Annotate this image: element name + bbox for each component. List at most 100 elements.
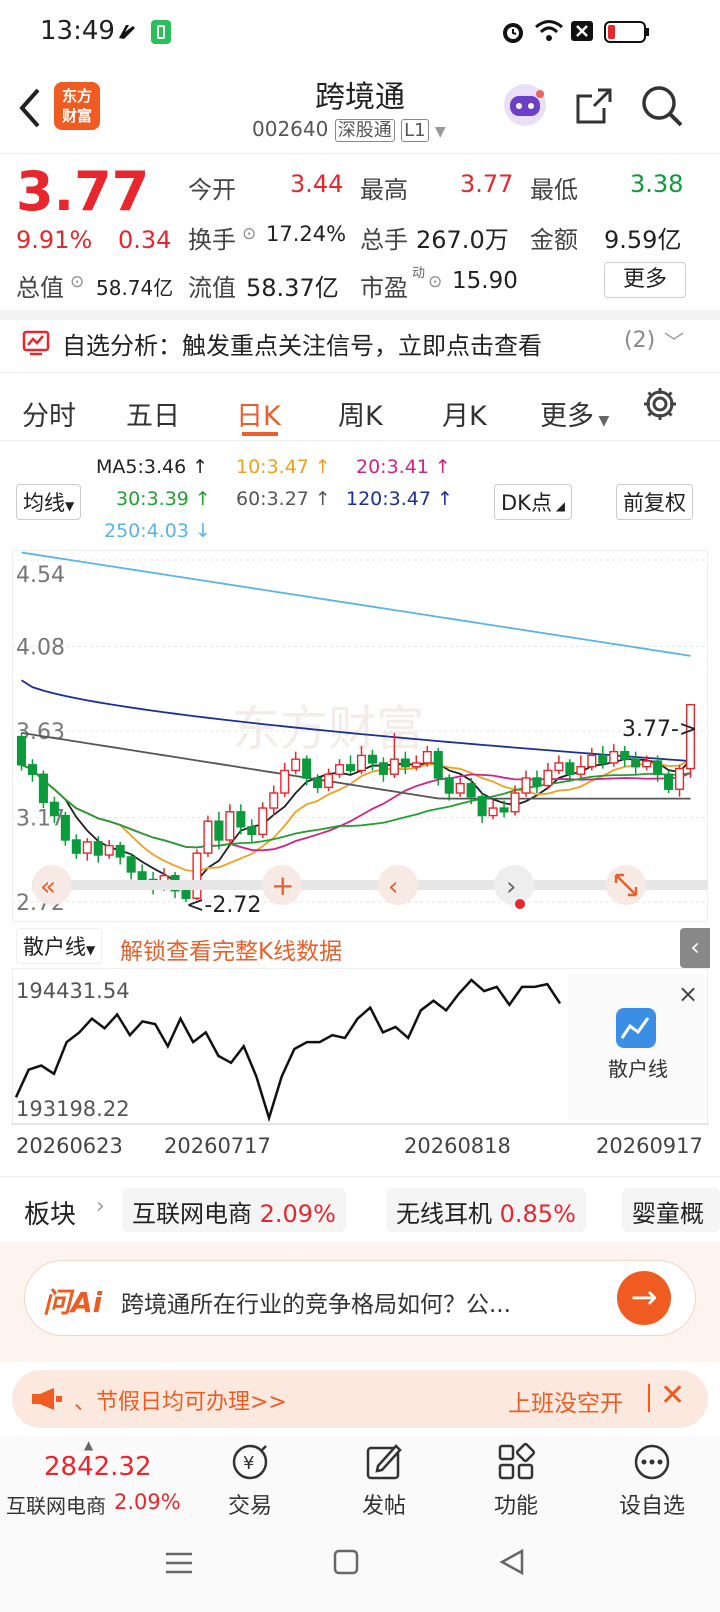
close-icon[interactable]: ✕ [660, 1378, 685, 1413]
rewind-glyph: « [40, 872, 56, 902]
sub-low-label: 193198.22 [16, 1097, 130, 1121]
nav-trade[interactable]: ¥ 交易 [190, 1442, 310, 1520]
next-glyph: › [506, 872, 516, 902]
open-label: 今开 [188, 176, 236, 204]
sub-indicator-selector[interactable]: 散户线▼ [16, 928, 103, 964]
candle-body [236, 811, 246, 828]
candle-body [302, 758, 312, 779]
ma10-value: 10:3.47 ↑ [236, 456, 331, 478]
tab-more[interactable]: 更多 ▼ [540, 394, 609, 433]
ma-selector[interactable]: 均线▼ [16, 484, 82, 520]
collapse-tab-icon[interactable]: ‹ [680, 928, 710, 968]
sector-chip[interactable]: 无线耳机 0.85% [386, 1188, 586, 1232]
ma10-text: 10:3.47 [236, 456, 309, 478]
candle-body [389, 758, 399, 775]
chevron-down-icon[interactable]: ▼ [435, 124, 446, 140]
ma120-text: 120:3.47 [346, 488, 431, 510]
candle-body [543, 769, 553, 787]
caret-up-icon[interactable]: ▲ [84, 1438, 93, 1452]
status-app-icon [119, 25, 135, 39]
sub-indicator-chart[interactable]: 194431.54 193198.22 × 散户线 [12, 968, 708, 1128]
alarm-icon [503, 23, 523, 43]
tab-intraday[interactable]: 分时 [22, 394, 76, 433]
candle-body [16, 735, 27, 766]
sector-chip[interactable]: 互联网电商 2.09% [122, 1188, 346, 1232]
adjust-button[interactable]: 前复权 [616, 484, 693, 520]
nav-add-watchlist[interactable]: 设自选 [592, 1442, 712, 1520]
candle-body [60, 814, 70, 841]
info-icon[interactable]: ⊙ [70, 272, 84, 292]
header: 东方 财富 跨境通 002640 深股通 L1 ▼ [0, 64, 720, 154]
dk-point-button[interactable]: DK点 ◢ [494, 484, 572, 520]
home-icon[interactable] [332, 1548, 360, 1576]
chevron-right-icon[interactable]: › [96, 1194, 105, 1219]
candle-body [653, 760, 663, 775]
close-icon[interactable]: × [678, 980, 698, 1008]
ma250-value: 250:4.03 ↓ [104, 520, 211, 542]
candle-body [609, 750, 619, 764]
back-nav-icon[interactable] [498, 1548, 526, 1576]
banner-text-left: 、节假日均可办理>> [74, 1390, 287, 1415]
float-label: 流值 [188, 274, 236, 302]
bottom-nav: ▲ 2842.32 互联网电商 2.09% ¥ 交易 发帖 功能 设自选 [0, 1436, 720, 1612]
search-icon[interactable] [640, 84, 684, 128]
amount-value: 9.59亿 [604, 226, 682, 254]
tab-daily-k[interactable]: 日K [236, 394, 281, 433]
low-label: 最低 [530, 176, 578, 204]
candle-body [93, 841, 103, 856]
unlock-link[interactable]: 解锁查看完整K线数据 [120, 932, 342, 966]
sector-label: 板块 [24, 1200, 77, 1230]
candle-body [126, 856, 136, 873]
nav-post[interactable]: 发帖 [324, 1442, 444, 1520]
caret-down-icon: ▼ [65, 499, 75, 513]
zoom-in-glyph: + [271, 869, 294, 902]
index-value[interactable]: 2842.32 [44, 1452, 152, 1482]
menu-icon[interactable] [164, 1550, 194, 1576]
turnover-value: 17.24% [266, 222, 347, 246]
candle-body [137, 871, 147, 881]
sector-chip[interactable]: 婴童概 [622, 1188, 720, 1232]
nav-functions[interactable]: 功能 [456, 1442, 576, 1520]
candle-body [258, 807, 268, 836]
ai-ask-bar[interactable]: 问Ai 跨境通所在行业的竞争格局如何？公... → [24, 1260, 696, 1336]
date-label-4: 20260917 [596, 1134, 703, 1158]
sub-line-badge-icon [616, 1008, 656, 1048]
ma120-value: 120:3.47 ↑ [346, 488, 453, 510]
ai-question: 跨境通所在行业的竞争格局如何？公... [121, 1292, 511, 1318]
analysis-text: 自选分析：触发重点关注信号，立即点击查看 [62, 332, 542, 360]
info-icon[interactable]: ⊙ [428, 272, 442, 292]
date-label-3: 20260818 [404, 1134, 511, 1158]
candle-body [324, 773, 334, 789]
candle-body [378, 762, 388, 775]
candle-body [532, 777, 542, 787]
tab-five-day[interactable]: 五日 [126, 394, 180, 433]
robot-assistant-icon[interactable] [502, 82, 548, 128]
analysis-row[interactable]: 自选分析：触发重点关注信号，立即点击查看 (2) ﹀ [0, 320, 720, 370]
info-icon[interactable]: ⊙ [242, 224, 256, 244]
candle-body [38, 773, 48, 804]
chevron-down-icon[interactable]: ﹀ [664, 326, 684, 355]
low-value: 3.38 [630, 170, 684, 198]
candle-body [82, 841, 92, 854]
more-button[interactable]: 更多 [604, 262, 686, 298]
candle-body [313, 777, 323, 789]
candlestick-chart[interactable]: 4.544.083.633.172.72 东方财富 3.77-> <-2.72 … [12, 550, 708, 922]
more-circle-icon [634, 1444, 670, 1480]
share-icon[interactable] [574, 86, 614, 126]
candle-body [510, 792, 520, 813]
sub-indicator-label: 散户线 [23, 935, 86, 959]
tab-monthly-k[interactable]: 月K [442, 394, 487, 433]
candle-body [367, 754, 377, 764]
prev-glyph: ‹ [388, 872, 398, 902]
promo-banner[interactable]: 、节假日均可办理>> 上班没空开 ✕ [12, 1370, 708, 1428]
trade-icon: ¥ [232, 1444, 268, 1480]
candle-body [247, 826, 257, 836]
candle-body [477, 796, 487, 817]
arrow-right-icon[interactable]: → [617, 1271, 671, 1325]
tab-weekly-k[interactable]: 周K [338, 394, 383, 433]
tab-more-label: 更多 [540, 401, 594, 432]
nav-trade-label: 交易 [227, 1494, 272, 1519]
candle-body [71, 839, 81, 854]
settings-icon[interactable] [642, 386, 678, 422]
amount-label: 金额 [530, 226, 578, 254]
